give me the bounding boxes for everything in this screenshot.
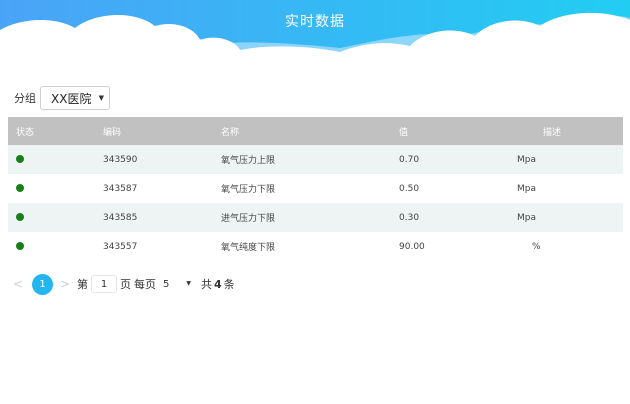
row-value: 90.00	[399, 241, 425, 252]
chevron-down-icon: ▼	[98, 94, 104, 102]
per-page-label: 每页	[134, 278, 156, 291]
group-select[interactable]: XX医院 ▼	[40, 86, 110, 110]
row-code: 343590	[103, 154, 138, 165]
table-header: 状态 编码 名称 值 描述	[8, 117, 623, 145]
status-dot-icon	[16, 242, 24, 250]
next-page-icon[interactable]: >	[59, 277, 71, 291]
row-name: 进气压力下限	[221, 214, 276, 224]
row-name: 氧气纯度下限	[221, 243, 276, 253]
total-prefix-label: 共	[201, 278, 212, 291]
row-name: 氧气压力上限	[221, 156, 276, 166]
row-unit: Mpa	[517, 183, 536, 194]
group-filter: 分组 XX医院 ▼	[14, 86, 110, 110]
row-name: 氧气压力下限	[221, 185, 276, 195]
row-code: 343557	[103, 241, 138, 252]
current-page-button[interactable]: 1	[32, 273, 53, 295]
row-value: 0.50	[399, 183, 420, 194]
row-unit: Mpa	[517, 212, 536, 223]
row-code: 343587	[103, 183, 138, 194]
page-suffix-label: 页	[120, 278, 131, 291]
page: 实时数据 分组 XX医院 ▼ 状态 编码 名称 值 描述 343590 氧气压力…	[0, 0, 630, 404]
status-dot-icon	[16, 184, 24, 192]
status-dot-icon	[16, 155, 24, 163]
page-prefix-label: 第	[77, 278, 88, 291]
table-row[interactable]: 343590 氧气压力上限 0.70 Mpa	[8, 145, 623, 174]
pagination: < 1 > 第 1 页 每页 5 ▼ 共 4 条	[12, 273, 235, 295]
row-value: 0.70	[399, 154, 420, 165]
page-number-input[interactable]: 1	[91, 275, 117, 293]
header-banner: 实时数据	[0, 0, 630, 70]
table-row[interactable]: 343557 氧气纯度下限 90.00 %	[8, 232, 623, 261]
column-header-value[interactable]: 值	[399, 125, 499, 138]
row-unit: Mpa	[517, 154, 536, 165]
column-header-description[interactable]: 描述	[499, 125, 623, 138]
chevron-down-icon: ▼	[186, 280, 191, 287]
column-header-status[interactable]: 状态	[8, 125, 103, 138]
realtime-data-table: 状态 编码 名称 值 描述 343590 氧气压力上限 0.70 Mpa 343…	[8, 117, 623, 261]
row-code: 343585	[103, 212, 138, 223]
per-page-select[interactable]: 5 ▼	[161, 275, 193, 293]
total-suffix-label: 条	[223, 278, 235, 291]
column-header-code[interactable]: 编码	[103, 125, 221, 138]
prev-page-icon[interactable]: <	[12, 277, 24, 291]
total-count: 4	[214, 277, 222, 291]
page-title: 实时数据	[285, 14, 345, 30]
row-value: 0.30	[399, 212, 420, 223]
group-select-value: XX医院	[51, 91, 92, 106]
status-dot-icon	[16, 213, 24, 221]
column-header-name[interactable]: 名称	[221, 125, 399, 138]
per-page-value: 5	[163, 278, 170, 290]
group-label: 分组	[14, 92, 36, 105]
row-unit: %	[532, 241, 541, 252]
table-row[interactable]: 343585 进气压力下限 0.30 Mpa	[8, 203, 623, 232]
table-row[interactable]: 343587 氧气压力下限 0.50 Mpa	[8, 174, 623, 203]
